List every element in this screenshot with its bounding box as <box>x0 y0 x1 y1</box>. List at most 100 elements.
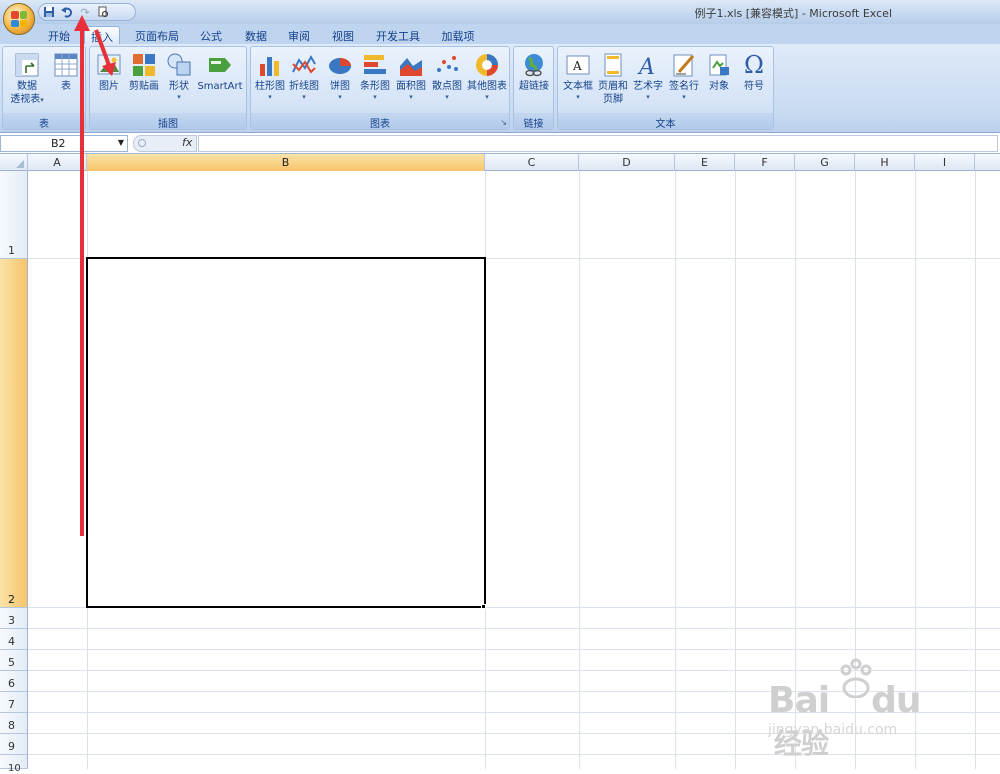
smartart-button[interactable]: SmartArt <box>196 52 244 93</box>
chevron-down-icon: ▾ <box>485 93 489 101</box>
formula-input[interactable] <box>198 135 998 152</box>
chevron-down-icon: ▾ <box>576 93 580 101</box>
clipart-icon <box>131 52 157 78</box>
tab-developer[interactable]: 开发工具 <box>372 26 424 44</box>
pie-chart-label: 饼图 <box>330 81 350 92</box>
pivot-table-label-1: 数据 <box>17 81 37 92</box>
chevron-down-icon: ▾ <box>338 93 342 101</box>
row-header-7[interactable]: 7 <box>0 692 28 713</box>
picture-label: 图片 <box>99 81 119 92</box>
other-charts-label: 其他图表 <box>467 81 507 92</box>
clipart-button[interactable]: 剪贴画 <box>126 52 162 93</box>
object-button[interactable]: 对象 <box>702 52 736 93</box>
clipart-label: 剪贴画 <box>129 81 159 92</box>
row-header-6[interactable]: 6 <box>0 671 28 692</box>
row-header-10[interactable]: 10 <box>0 755 28 774</box>
shapes-label: 形状 <box>169 81 189 92</box>
group-label-tables: 表 <box>3 113 85 130</box>
pivot-table-icon <box>14 52 40 78</box>
signature-line-button[interactable]: 签名行 ▾ <box>666 52 702 101</box>
column-header-f[interactable]: F <box>735 154 795 171</box>
column-header-g[interactable]: G <box>795 154 855 171</box>
chevron-down-icon: ▾ <box>373 93 377 101</box>
pie-chart-button[interactable]: 饼图 ▾ <box>323 52 357 101</box>
tab-formulas[interactable]: 公式 <box>194 26 228 44</box>
chevron-down-icon[interactable]: ▼ <box>118 138 124 147</box>
chevron-down-icon: ▾ <box>177 93 181 101</box>
tab-addins[interactable]: 加载项 <box>436 26 480 44</box>
row-header-5[interactable]: 5 <box>0 650 28 671</box>
group-text: A 文本框 ▾ 页眉和 页脚 A 艺术字 ▾ 签名行 ▾ 对象 Ω 符号 文本 <box>557 46 774 130</box>
globe-link-icon <box>521 52 547 78</box>
smartart-icon <box>207 52 233 78</box>
column-header-b[interactable]: B <box>87 154 485 171</box>
office-logo-icon <box>11 11 27 27</box>
object-label: 对象 <box>709 81 729 92</box>
formula-controls: fx <box>133 135 197 152</box>
group-label-illustrations: 插图 <box>90 113 246 130</box>
table-button[interactable]: 表 <box>49 52 83 93</box>
tab-data[interactable]: 数据 <box>239 26 273 44</box>
area-chart-label: 面积图 <box>396 81 426 92</box>
hyperlink-label: 超链接 <box>519 81 549 92</box>
chevron-down-icon: ▾ <box>302 93 306 101</box>
omega-symbol-icon: Ω <box>744 51 764 79</box>
selected-cell-b2[interactable] <box>86 257 486 608</box>
pie-chart-icon <box>327 52 353 78</box>
select-all-corner[interactable] <box>0 154 28 171</box>
fill-handle[interactable] <box>481 604 486 609</box>
pivot-table-label-2: 透视表 <box>10 94 41 105</box>
tab-review[interactable]: 审阅 <box>282 26 316 44</box>
signature-pen-icon <box>671 52 697 78</box>
row-header-1[interactable]: 1 <box>0 171 28 259</box>
line-chart-button[interactable]: 折线图 ▾ <box>287 52 321 101</box>
column-header-c[interactable]: C <box>485 154 579 171</box>
column-header-e[interactable]: E <box>675 154 735 171</box>
tab-home[interactable]: 开始 <box>42 26 76 44</box>
svg-text:A: A <box>637 55 655 78</box>
hyperlink-button[interactable]: 超链接 <box>516 52 552 93</box>
tab-view[interactable]: 视图 <box>326 26 360 44</box>
insert-function-icon[interactable]: fx <box>182 136 192 149</box>
symbol-label: 符号 <box>744 81 764 92</box>
scatter-chart-button[interactable]: 散点图 ▾ <box>429 52 465 101</box>
scatter-chart-label: 散点图 <box>432 81 462 92</box>
column-chart-button[interactable]: 柱形图 ▾ <box>253 52 287 101</box>
bar-chart-button[interactable]: 条形图 ▾ <box>357 52 393 101</box>
bar-chart-icon <box>362 52 388 78</box>
pivot-table-button[interactable]: 数据 透视表▾ <box>7 52 47 106</box>
undo-icon[interactable] <box>61 6 73 18</box>
header-footer-icon <box>600 52 626 78</box>
symbol-button[interactable]: Ω 符号 <box>736 52 772 93</box>
column-header-d[interactable]: D <box>579 154 675 171</box>
header-footer-button[interactable]: 页眉和 页脚 <box>596 52 630 106</box>
chevron-down-icon: ▾ <box>682 93 686 101</box>
print-preview-icon[interactable] <box>97 6 109 18</box>
textbox-button[interactable]: A 文本框 ▾ <box>560 52 596 101</box>
row-header-4[interactable]: 4 <box>0 629 28 650</box>
column-header-i[interactable]: I <box>915 154 975 171</box>
save-icon[interactable] <box>43 6 55 18</box>
column-header-a[interactable]: A <box>28 154 87 171</box>
group-label-charts: 图表 <box>251 113 509 130</box>
row-header-9[interactable]: 9 <box>0 734 28 755</box>
group-label-text: 文本 <box>558 113 773 130</box>
area-chart-button[interactable]: 面积图 ▾ <box>393 52 429 101</box>
row-header-8[interactable]: 8 <box>0 713 28 734</box>
watermark-brand: Bai <box>768 680 830 721</box>
office-button[interactable] <box>3 3 35 35</box>
tab-page-layout[interactable]: 页面布局 <box>131 26 183 44</box>
svg-text:A: A <box>572 59 582 73</box>
circle-handle-icon[interactable] <box>138 139 146 147</box>
shapes-button[interactable]: 形状 ▾ <box>162 52 196 101</box>
smartart-label: SmartArt <box>197 81 243 92</box>
row-header-3[interactable]: 3 <box>0 608 28 629</box>
name-box[interactable]: B2 ▼ <box>0 135 128 152</box>
column-header-h[interactable]: H <box>855 154 915 171</box>
column-headers: A B C D E F G H I <box>0 154 1000 171</box>
dialog-launcher-icon[interactable]: ↘ <box>500 118 507 127</box>
wordart-button[interactable]: A 艺术字 ▾ <box>630 52 666 101</box>
watermark-url: jingyan.baidu.com <box>768 722 898 738</box>
row-header-2[interactable]: 2 <box>0 259 28 608</box>
other-charts-button[interactable]: 其他图表 ▾ <box>465 52 509 101</box>
